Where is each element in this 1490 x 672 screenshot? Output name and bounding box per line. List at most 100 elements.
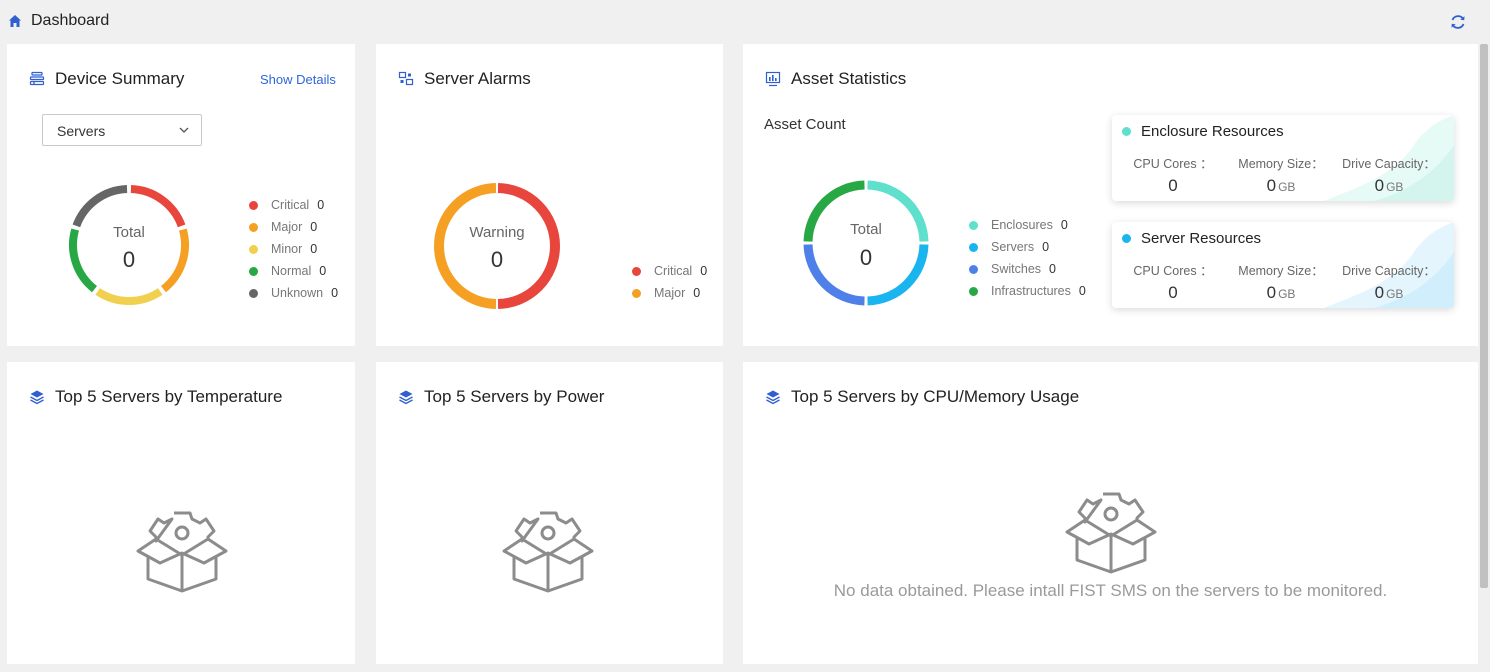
legend-item-servers[interactable]: Servers 0 [969,236,1086,258]
legend-dot [969,286,978,296]
metric-number: 0 [1266,176,1277,195]
server-memory-size: Memory Size： 0 GB [1226,260,1336,303]
server-alarms-donut [434,183,560,309]
legend-label: Infrastructures [991,284,1071,298]
enclosure-resources-panel: Enclosure Resources CPU Cores ： 0 Memory… [1112,115,1454,201]
donut-segment-critical [130,185,186,228]
enclosure-dot [1122,127,1131,136]
metric-value: 0 GB [1226,283,1336,303]
legend-label: Critical [271,198,310,212]
metric-label: CPU Cores ： [1133,264,1213,278]
device-summary-title-text: Device Summary [55,69,185,88]
server-resources-panel: Server Resources CPU Cores ： 0 Memory Si… [1112,222,1454,308]
donut-segment-unknown [72,185,128,228]
legend-item-normal[interactable]: Normal 0 [249,260,338,282]
enclosure-cpu-cores: CPU Cores ： 0 [1118,153,1228,196]
server-cpu-cores: CPU Cores ： 0 [1118,260,1228,303]
server-alarms-title: Server Alarms [398,69,531,89]
enclosure-memory-size: Memory Size： 0 GB [1226,153,1336,196]
empty-box-icon [1065,492,1157,574]
legend-label: Major [271,220,303,234]
server-alarms-warning-label: Warning [469,224,525,241]
legend-count: 0 [310,242,318,256]
home-icon[interactable] [8,14,22,28]
top-power-title: Top 5 Servers by Power [398,387,604,407]
refresh-icon[interactable] [1449,13,1467,31]
top-cpu-memory-card: Top 5 Servers by CPU/Memory Usage No dat… [743,362,1478,664]
legend-item-critical[interactable]: Critical 0 [249,194,338,216]
metric-value: 0 [1118,176,1228,196]
legend-dot [632,266,641,276]
legend-dot [969,242,978,252]
legend-dot [632,288,641,298]
metric-number: 0 [1266,283,1277,302]
legend-count: 0 [1049,262,1056,276]
server-alarms-warning-value: 0 [490,247,504,272]
legend-count: 0 [319,264,327,278]
device-summary-donut [69,185,189,305]
vertical-scrollbar-thumb[interactable] [1480,44,1488,588]
top-power-title-text: Top 5 Servers by Power [424,387,605,406]
device-list-icon [29,71,45,86]
top-cpu-memory-title-text: Top 5 Servers by CPU/Memory Usage [791,387,1080,406]
asset-count-label: Asset Count [764,116,846,133]
no-data-message: No data obtained. Please intall FIST SMS… [833,581,1388,600]
legend-dot [249,222,258,232]
metric-label: Drive Capacity： [1342,157,1436,171]
legend-label: Unknown [271,286,324,300]
device-summary-title: Device Summary [29,69,184,89]
empty-box-icon [502,511,594,593]
legend-item-minor[interactable]: Minor 0 [249,238,338,260]
layers-icon [766,390,780,405]
legend-label: Major [654,286,686,300]
asset-statistics-title: Asset Statistics [765,69,906,89]
top-cpu-memory-title: Top 5 Servers by CPU/Memory Usage [765,387,1079,407]
legend-count: 0 [331,286,339,300]
server-alarms-card: Server Alarms Warning 0 Critical 0 Major 0 [376,44,723,346]
device-summary-total-label: Total [113,224,145,241]
asset-statistics-title-text: Asset Statistics [791,69,907,88]
legend-dot [969,264,978,274]
legend-item-major[interactable]: Major 0 [249,216,338,238]
metric-number: 0 [1374,176,1385,195]
legend-item-switches[interactable]: Switches 0 [969,258,1086,280]
metric-unit: GB [1278,287,1296,301]
asset-statistics-card: Asset Statistics Asset Count Total 0 Enc… [743,44,1478,346]
metric-label: CPU Cores ： [1133,157,1213,171]
metric-number: 0 [1168,176,1178,195]
legend-count: 0 [1060,218,1068,232]
device-type-select[interactable]: Servers [42,114,202,146]
legend-count: 0 [317,198,325,212]
monitor-chart-icon [765,71,781,87]
top-temperature-card: Top 5 Servers by Temperature [7,362,355,664]
metric-unit: GB [1386,180,1404,194]
top-power-card: Top 5 Servers by Power [376,362,723,664]
legend-item-enclosures[interactable]: Enclosures 0 [969,214,1086,236]
legend-dot [249,266,258,276]
server-resources-header: Server Resources [1122,230,1261,247]
legend-count: 0 [1042,240,1050,254]
server-drive-capacity: Drive Capacity： 0 GB [1334,260,1444,303]
metric-unit: GB [1386,287,1404,301]
layers-icon [399,390,413,405]
legend-count: 0 [693,286,701,300]
layers-icon [30,390,44,405]
metric-number: 0 [1374,283,1385,302]
legend-item-major[interactable]: Major 0 [632,282,707,304]
donut-segment-minor [95,288,163,305]
legend-item-unknown[interactable]: Unknown 0 [249,282,338,304]
top-temperature-title: Top 5 Servers by Temperature [29,387,282,407]
metric-unit: GB [1278,180,1296,194]
metric-label: Memory Size： [1238,157,1324,171]
chevron-down-icon [179,127,189,133]
donut-segment-major [434,183,497,309]
legend-item-infrastructures[interactable]: Infrastructures 0 [969,280,1086,302]
metric-value: 0 GB [1226,176,1336,196]
donut-segment-critical [497,183,560,309]
show-details-link[interactable]: Show Details [260,72,336,87]
asset-total-label: Total [850,221,882,238]
legend-count: 0 [310,220,318,234]
server-resources-title: Server Resources [1141,230,1262,247]
asset-count-donut [803,180,929,306]
legend-item-critical[interactable]: Critical 0 [632,260,707,282]
